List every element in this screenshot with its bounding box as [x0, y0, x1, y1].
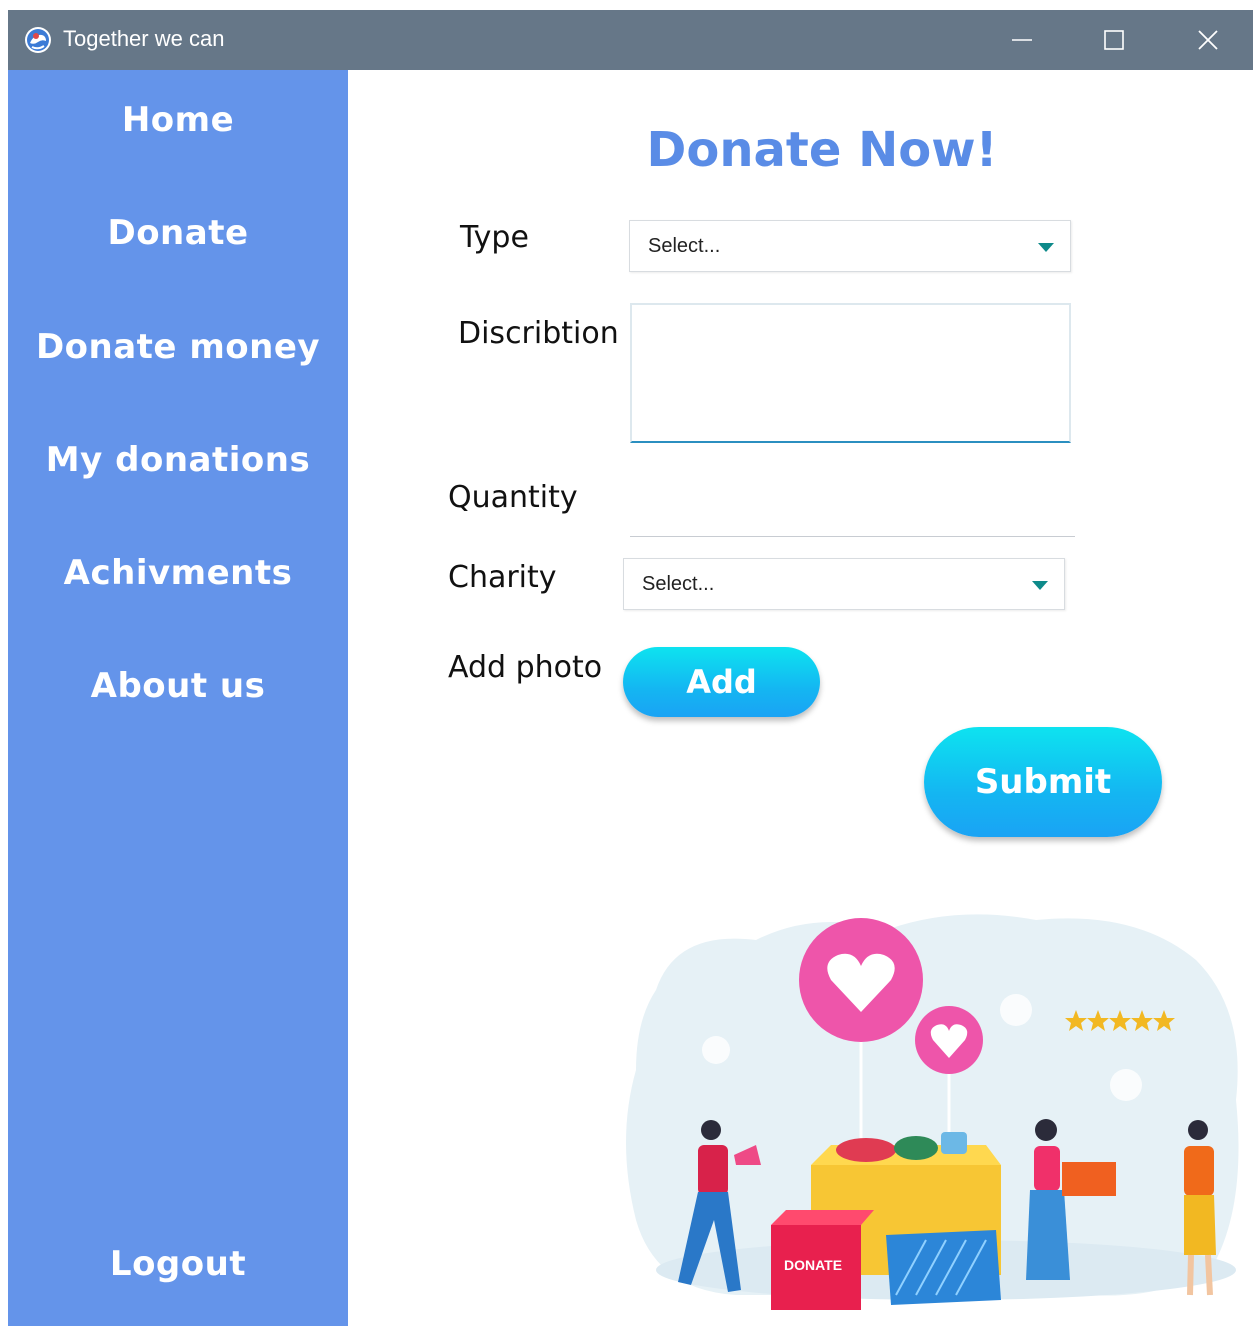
page-title: Donate Now! [646, 122, 998, 178]
title-bar[interactable]: Together we can [8, 10, 1253, 70]
sidebar-item-achivments[interactable]: Achivments [8, 553, 348, 593]
sidebar: Home Donate Donate money My donations Ac… [8, 70, 348, 1326]
close-icon [1198, 30, 1218, 50]
maximize-icon [1104, 30, 1124, 50]
chevron-down-icon [1032, 581, 1048, 590]
quantity-input[interactable] [630, 490, 1075, 537]
donate-box-label: DONATE [784, 1257, 842, 1273]
description-label: Discribtion [458, 316, 619, 351]
submit-button[interactable]: Submit [924, 727, 1162, 837]
type-label: Type [460, 220, 529, 255]
logout-button[interactable]: Logout [8, 1244, 348, 1284]
app-window: Together we can Home Donate Donate money… [8, 10, 1253, 1326]
app-logo-icon [25, 27, 51, 53]
quantity-label: Quantity [448, 480, 578, 515]
sidebar-item-donate-money[interactable]: Donate money [8, 327, 348, 367]
sidebar-item-about-us[interactable]: About us [8, 666, 348, 706]
window-title: Together we can [63, 26, 225, 51]
charity-dropdown-value: Select... [642, 573, 715, 595]
donation-illustration: DONATE [626, 914, 1239, 1310]
description-textarea[interactable] [630, 303, 1071, 443]
minimize-button[interactable] [975, 10, 1069, 70]
minimize-icon [1012, 39, 1032, 41]
donate-form-panel: Donate Now! Type Select... Discribtion Q… [348, 70, 1253, 1326]
charity-dropdown[interactable]: Select... [623, 558, 1065, 610]
type-dropdown-value: Select... [648, 235, 721, 257]
type-dropdown[interactable]: Select... [629, 220, 1071, 272]
add-photo-label: Add photo [448, 650, 603, 685]
chevron-down-icon [1038, 243, 1054, 252]
maximize-button[interactable] [1067, 10, 1161, 70]
add-photo-button[interactable]: Add [623, 647, 820, 717]
sidebar-item-home[interactable]: Home [8, 100, 348, 140]
sidebar-item-my-donations[interactable]: My donations [8, 440, 348, 480]
sidebar-item-donate[interactable]: Donate [8, 213, 348, 253]
close-button[interactable] [1161, 10, 1253, 70]
charity-label: Charity [448, 560, 557, 595]
